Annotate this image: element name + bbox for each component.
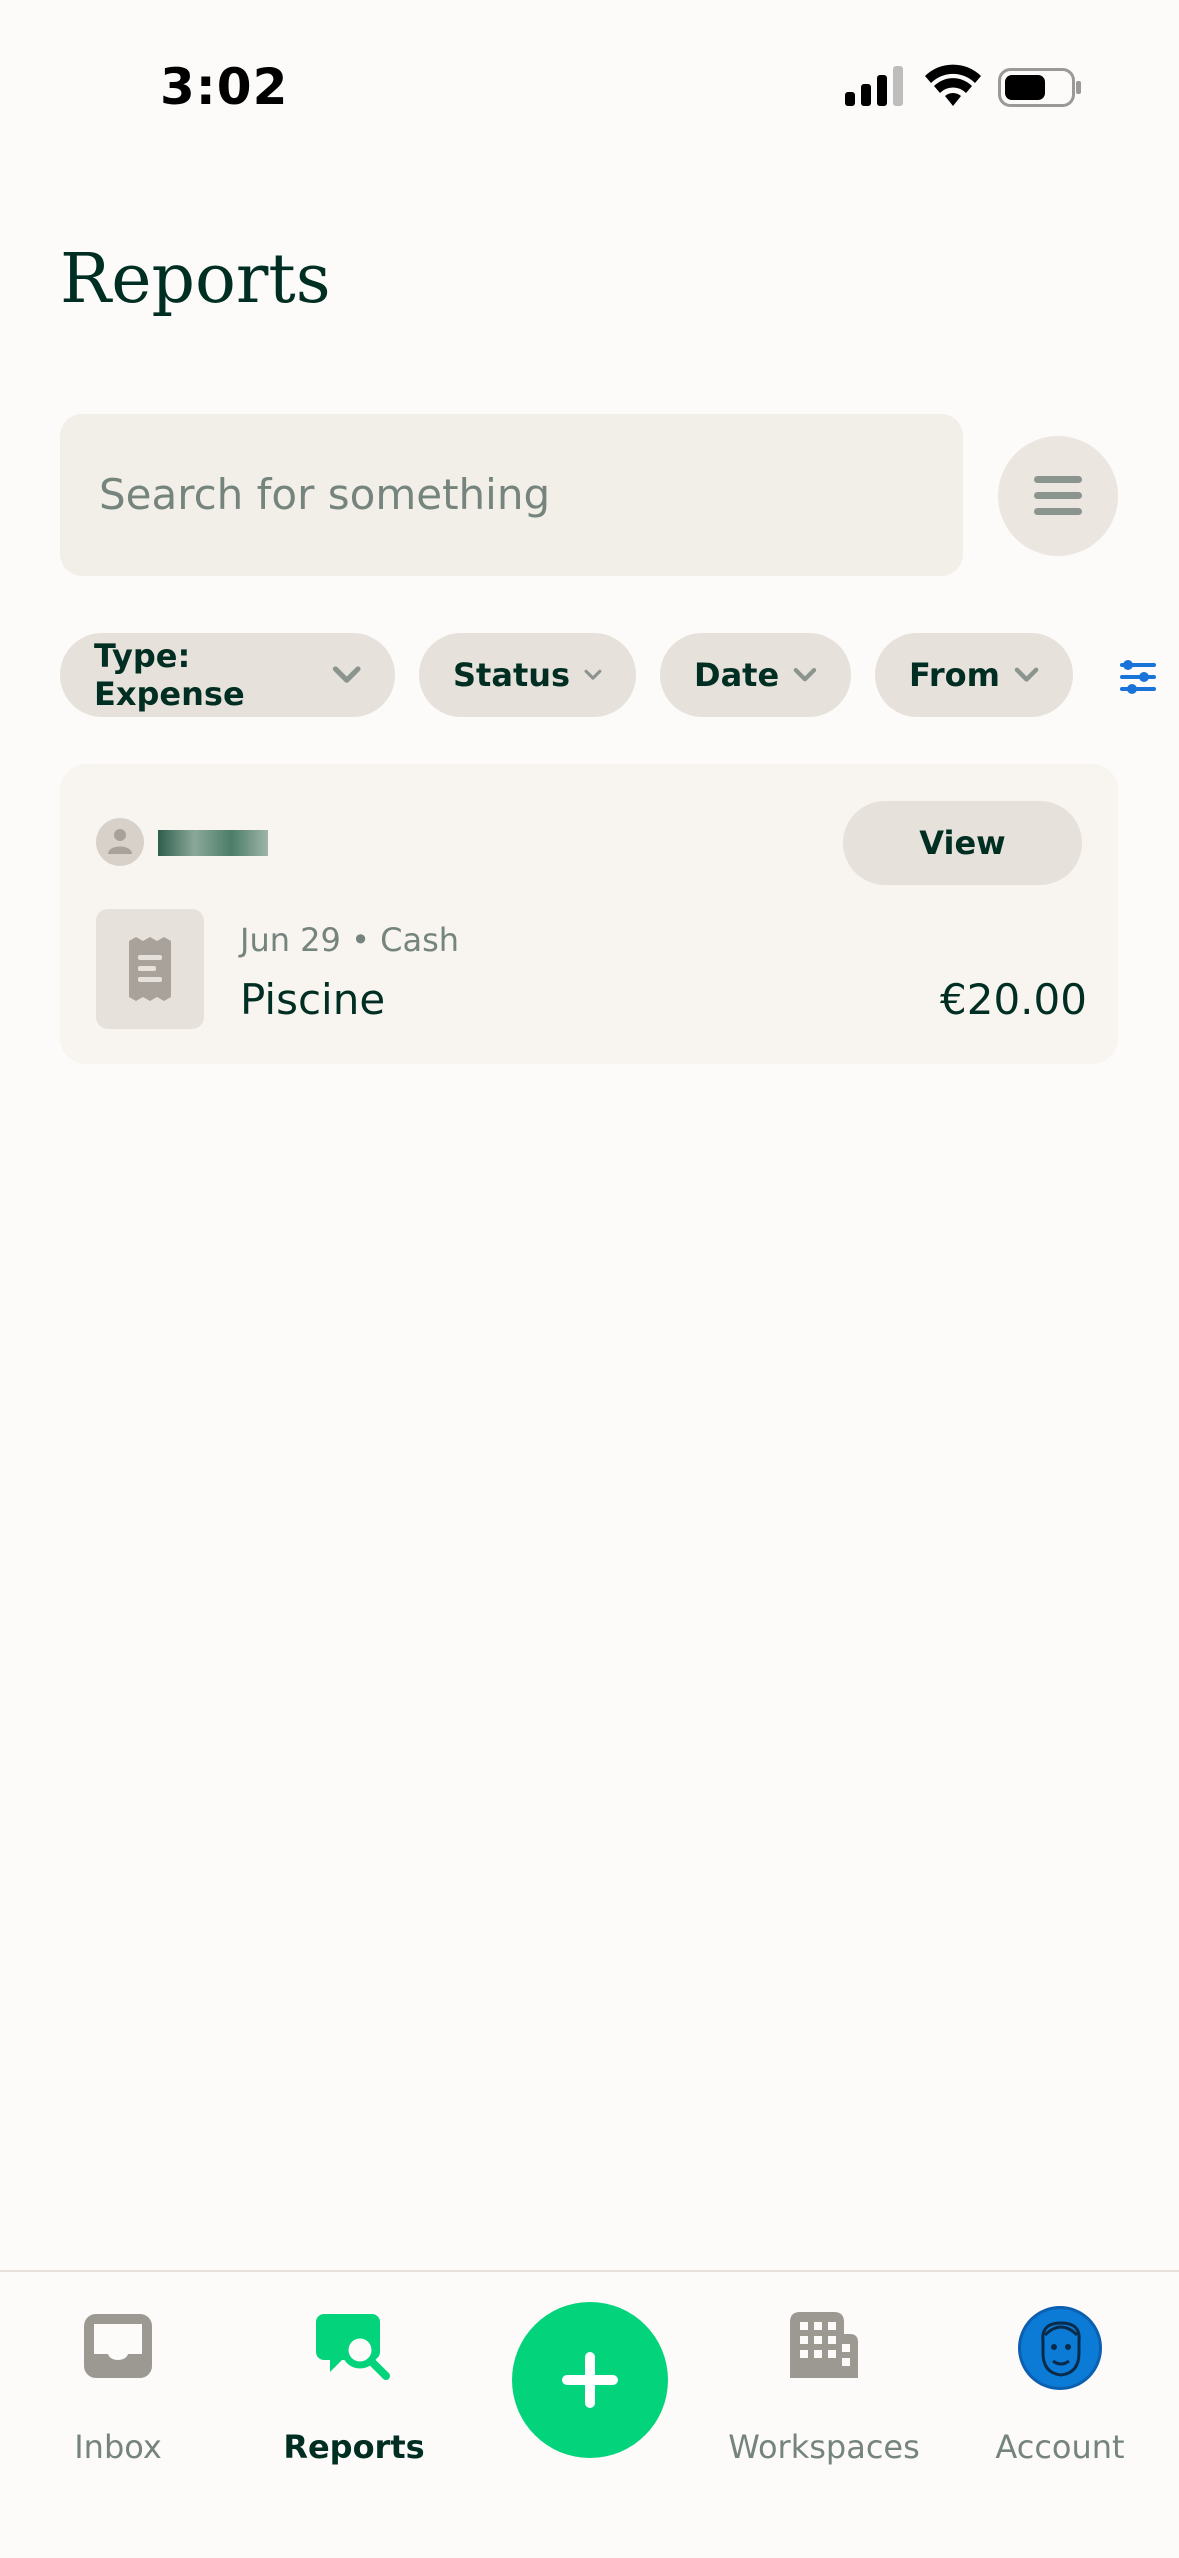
filter-from-label: From — [909, 656, 1000, 694]
wifi-icon — [925, 64, 981, 106]
filter-date-chip[interactable]: Date — [660, 633, 851, 717]
battery-icon — [998, 68, 1081, 107]
receipt-thumbnail[interactable] — [96, 909, 204, 1029]
filter-type-label: Type: Expense — [94, 637, 245, 713]
reports-search-icon — [316, 2314, 390, 2380]
filter-date-label: Date — [694, 656, 780, 694]
building-icon — [790, 2312, 858, 2378]
filter-status-chip[interactable]: Status — [419, 633, 636, 717]
account-avatar — [1018, 2306, 1102, 2390]
inbox-icon — [84, 2314, 152, 2378]
filter-from-chip[interactable]: From — [875, 633, 1073, 717]
nav-reports-label: Reports — [283, 2428, 425, 2466]
nav-inbox-label: Inbox — [74, 2428, 162, 2466]
cellular-signal-icon — [845, 66, 903, 106]
filter-settings-icon[interactable] — [1118, 660, 1158, 694]
nav-account-label: Account — [995, 2428, 1125, 2466]
filter-type-chip[interactable]: Type: Expense — [60, 633, 395, 717]
filter-status-label: Status — [453, 656, 571, 694]
menu-button[interactable] — [998, 436, 1118, 556]
avatar-face-icon — [1041, 2321, 1081, 2377]
chevron-down-icon — [1014, 667, 1039, 682]
expense-amount: €20.00 — [940, 975, 1087, 1024]
chevron-down-icon — [584, 669, 602, 680]
expense-meta: Jun 29 • Cash — [240, 921, 460, 959]
receipt-icon — [129, 937, 171, 1001]
status-time: 3:02 — [160, 58, 289, 116]
expense-merchant: Piscine — [240, 975, 386, 1024]
chevron-down-icon — [793, 667, 817, 682]
view-button[interactable]: View — [843, 801, 1082, 885]
page-title: Reports — [60, 240, 331, 319]
nav-workspaces-label: Workspaces — [728, 2428, 920, 2466]
chevron-down-icon — [332, 666, 361, 683]
user-avatar — [96, 818, 144, 866]
hamburger-icon — [1034, 476, 1082, 515]
search-placeholder: Search for something — [99, 470, 551, 519]
create-button[interactable] — [512, 2302, 668, 2458]
person-icon — [108, 829, 132, 854]
redacted-name — [158, 830, 268, 856]
plus-icon — [562, 2352, 618, 2408]
